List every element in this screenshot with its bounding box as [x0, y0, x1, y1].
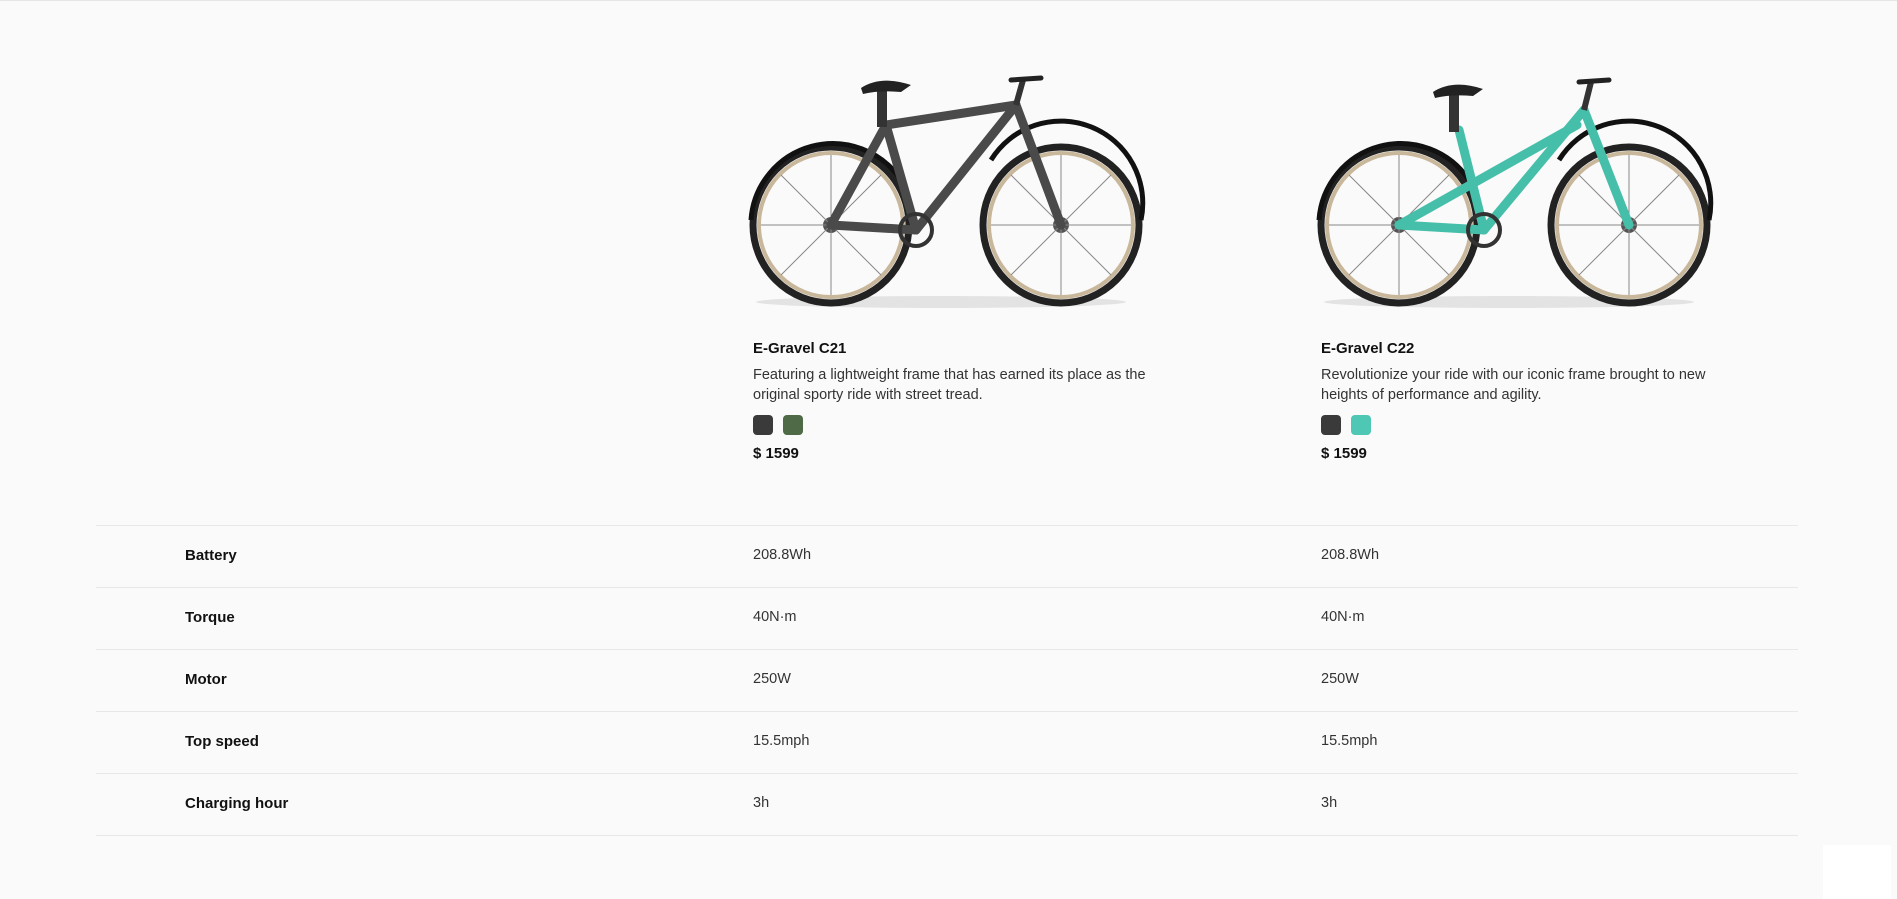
top-divider: [0, 0, 1897, 1]
spec-value-c22: 3h: [1321, 795, 1338, 811]
spec-row-top-speed: Top speed 15.5mph 15.5mph: [96, 711, 1798, 773]
specs-table: Battery 208.8Wh 208.8Wh Torque 40N·m 40N…: [96, 525, 1798, 836]
product-name[interactable]: E-Gravel C22: [1321, 340, 1414, 357]
spec-label: Motor: [185, 671, 227, 688]
spec-value-c22: 208.8Wh: [1321, 547, 1380, 563]
product-card-c21[interactable]: E-Gravel C21 Featuring a lightweight fra…: [741, 70, 1161, 462]
bike-illustration-c21: [748, 75, 1146, 308]
spec-value-c21: 15.5mph: [753, 733, 810, 749]
floating-widget[interactable]: [1823, 845, 1891, 899]
color-swatch-dark[interactable]: [1321, 415, 1341, 435]
spec-label: Battery: [185, 547, 237, 564]
spec-value-c21: 208.8Wh: [753, 547, 812, 563]
spec-label: Torque: [185, 609, 235, 626]
spec-row-battery: Battery 208.8Wh 208.8Wh: [96, 525, 1798, 587]
color-swatches: [1321, 415, 1371, 435]
color-swatch-dark[interactable]: [753, 415, 773, 435]
spec-value-c21: 250W: [753, 671, 791, 687]
spec-row-torque: Torque 40N·m 40N·m: [96, 587, 1798, 649]
product-price: $ 1599: [753, 445, 799, 462]
product-description: Revolutionize your ride with our iconic …: [1321, 367, 1706, 403]
spec-row-motor: Motor 250W 250W: [96, 649, 1798, 711]
spec-value-c22: 40N·m: [1321, 609, 1365, 625]
color-swatch-teal[interactable]: [1351, 415, 1371, 435]
color-swatch-green[interactable]: [783, 415, 803, 435]
bike-image-c22[interactable]: [1309, 70, 1729, 320]
product-description: Featuring a lightweight frame that has e…: [753, 367, 1146, 403]
product-card-c22[interactable]: E-Gravel C22 Revolutionize your ride wit…: [1309, 70, 1729, 462]
spec-row-charging-hour: Charging hour 3h 3h: [96, 773, 1798, 836]
bike-image-c21[interactable]: [741, 70, 1161, 320]
color-swatches: [753, 415, 803, 435]
bike-illustration-c22: [1316, 77, 1714, 308]
spec-label: Top speed: [185, 733, 259, 750]
spec-label: Charging hour: [185, 795, 289, 812]
spec-value-c21: 40N·m: [753, 609, 797, 625]
product-name[interactable]: E-Gravel C21: [753, 340, 846, 357]
spec-value-c22: 15.5mph: [1321, 733, 1378, 749]
spec-value-c22: 250W: [1321, 671, 1359, 687]
spec-value-c21: 3h: [753, 795, 770, 811]
product-price: $ 1599: [1321, 445, 1367, 462]
